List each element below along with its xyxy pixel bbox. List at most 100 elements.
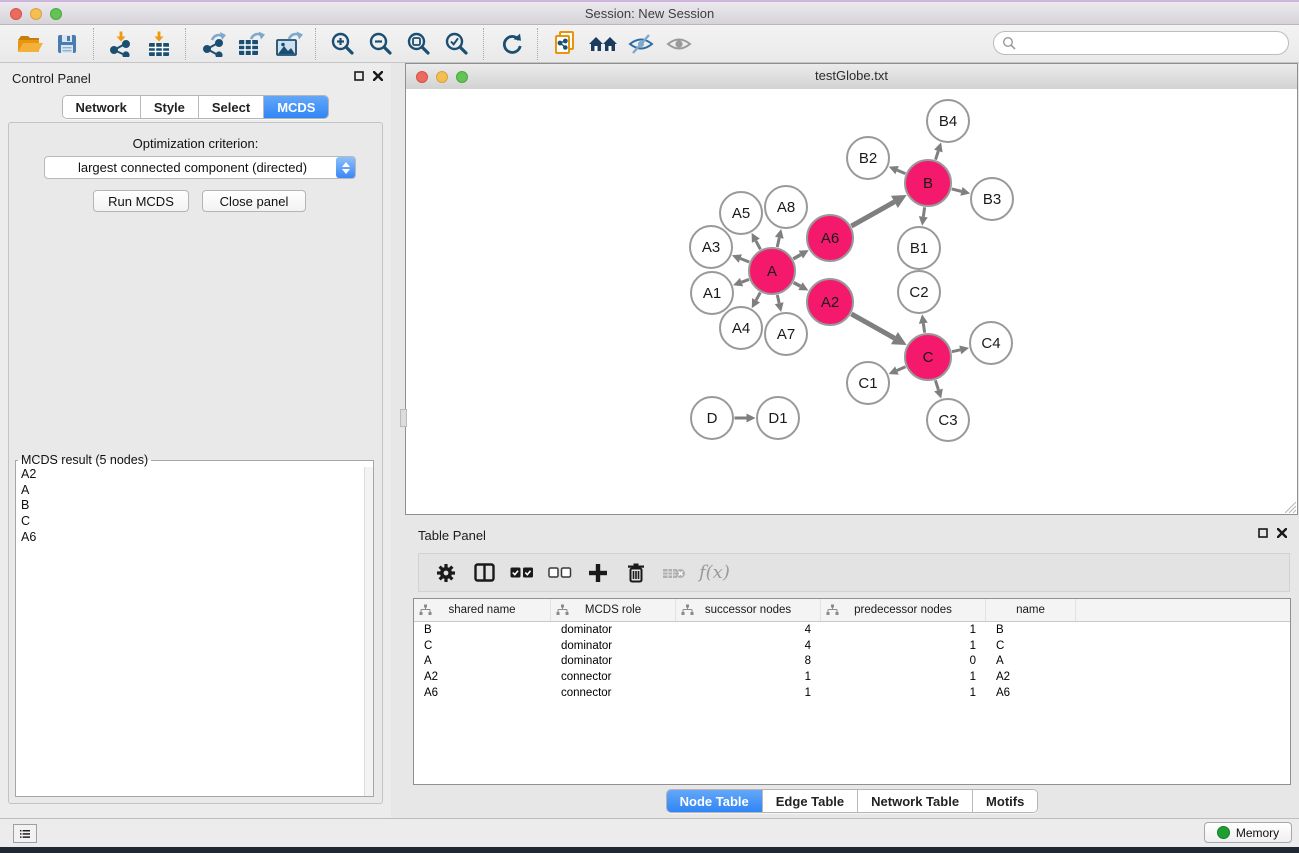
tab-style[interactable]: Style [140, 96, 198, 118]
graph-edge-C-C3[interactable] [935, 380, 938, 390]
memory-label: Memory [1236, 826, 1279, 840]
select-all-checkboxes-button[interactable] [505, 558, 539, 588]
network-window-titlebar[interactable]: testGlobe.txt [406, 64, 1297, 90]
cell: A [986, 655, 1076, 667]
graph-edge-A-A6[interactable] [793, 255, 801, 259]
save-session-button[interactable] [48, 28, 86, 60]
table-settings-button[interactable] [429, 558, 463, 588]
duplicate-network-button[interactable] [546, 28, 584, 60]
export-network-button[interactable] [194, 28, 232, 60]
tab-mcds[interactable]: MCDS [263, 96, 328, 118]
cell: 1 [821, 624, 986, 636]
cell: B [986, 624, 1076, 636]
cell: 8 [676, 655, 821, 667]
close-panel-button[interactable]: Close panel [202, 190, 306, 212]
tab-edge-table[interactable]: Edge Table [762, 790, 857, 812]
export-table-button[interactable] [232, 28, 270, 60]
export-image-button[interactable] [270, 28, 308, 60]
table-row-a[interactable]: Adominator80A [414, 653, 1290, 669]
add-column-button[interactable] [581, 558, 615, 588]
result-item-c[interactable]: C [16, 514, 373, 530]
graph-edge-A-A2[interactable] [794, 283, 801, 287]
graph-edge-A-A8[interactable] [777, 238, 779, 247]
run-mcds-button[interactable]: Run MCDS [93, 190, 189, 212]
column-header-MCDS-role[interactable]: MCDS role [551, 599, 676, 621]
column-header-name[interactable]: name [986, 599, 1076, 621]
task-history-button[interactable] [13, 824, 37, 843]
search-input[interactable] [1016, 35, 1288, 51]
deselect-all-checkboxes-button[interactable] [543, 558, 577, 588]
graph-edge-B-B2[interactable] [897, 170, 905, 173]
zoom-in-button[interactable] [324, 28, 362, 60]
table-row-a2[interactable]: A2connector11A2 [414, 669, 1290, 685]
tab-select[interactable]: Select [198, 96, 263, 118]
plus-icon [588, 563, 608, 583]
resize-grip-icon[interactable] [1285, 502, 1296, 513]
zoom-fit-button[interactable] [400, 28, 438, 60]
graph-edge-B-B3[interactable] [952, 189, 962, 191]
result-item-a[interactable]: A [16, 483, 373, 499]
graph-edge-A-A1[interactable] [742, 279, 749, 282]
graph-edge-C-C4[interactable] [952, 350, 960, 352]
graph-edge-A6-B[interactable] [851, 202, 894, 226]
delete-table-icon [662, 566, 686, 580]
tab-network[interactable]: Network [63, 96, 140, 118]
close-panel-icon[interactable] [373, 71, 383, 81]
graph-edge-A-A7[interactable] [777, 295, 779, 303]
table-row-a6[interactable]: A6connector11A6 [414, 685, 1290, 701]
graph-edge-arrowhead [960, 187, 970, 196]
table-row-c[interactable]: Cdominator41C [414, 638, 1290, 654]
zoom-out-button[interactable] [362, 28, 400, 60]
graph-edge-B-B1[interactable] [923, 207, 924, 217]
save-icon [55, 32, 79, 56]
graph-node-label-B4: B4 [939, 113, 957, 130]
graph-node-label-B: B [923, 175, 933, 192]
graph-edge-C-C1[interactable] [897, 367, 906, 371]
tab-motifs[interactable]: Motifs [972, 790, 1037, 812]
first-neighbors-button[interactable] [584, 28, 622, 60]
graph-edge-A2-C[interactable] [851, 314, 894, 338]
result-item-b[interactable]: B [16, 498, 373, 514]
result-item-a6[interactable]: A6 [16, 530, 373, 546]
result-item-a2[interactable]: A2 [16, 467, 373, 483]
mcds-result-list: A2ABCA6 [16, 467, 373, 546]
table-row-b[interactable]: Bdominator41B [414, 622, 1290, 638]
graph-edge-A-A4[interactable] [756, 293, 760, 301]
optimization-criterion-select[interactable]: largest connected component (directed) [44, 156, 356, 179]
column-header-shared-name[interactable]: shared name [414, 599, 551, 621]
open-session-button[interactable] [10, 28, 48, 60]
show-all-button[interactable] [660, 28, 698, 60]
graph-edge-C-C2[interactable] [923, 323, 924, 333]
panel-splitter-handle[interactable] [400, 409, 407, 427]
import-network-button[interactable] [102, 28, 140, 60]
cell: A6 [414, 687, 551, 699]
float-panel-icon[interactable] [354, 71, 364, 81]
function-builder-button[interactable]: f(x) [695, 562, 730, 583]
search-field[interactable] [993, 31, 1289, 55]
delete-column-button[interactable] [619, 558, 653, 588]
network-canvas-svg[interactable]: AA1A2A3A4A5A6A7A8BB1B2B3B4CC1C2C3C4DD1 [406, 89, 1297, 514]
close-panel-icon[interactable] [1277, 528, 1287, 538]
split-column-button[interactable] [467, 558, 501, 588]
column-header-successor-nodes[interactable]: successor nodes [676, 599, 821, 621]
result-scrollbar[interactable] [364, 467, 373, 796]
cell: 1 [676, 671, 821, 683]
hide-selected-button[interactable] [622, 28, 660, 60]
graph-edge-arrowhead [775, 302, 784, 312]
graph-node-label-D: D [707, 410, 718, 427]
graph-edge-A-A3[interactable] [740, 259, 749, 262]
import-table-button[interactable] [140, 28, 178, 60]
graph-edge-A-A5[interactable] [756, 241, 761, 250]
zoom-selected-button[interactable] [438, 28, 476, 60]
graph-edge-B-B4[interactable] [936, 151, 939, 160]
float-panel-icon[interactable] [1258, 528, 1268, 538]
column-header-predecessor-nodes[interactable]: predecessor nodes [821, 599, 986, 621]
memory-button[interactable]: Memory [1204, 822, 1292, 843]
tab-node-table[interactable]: Node Table [667, 790, 762, 812]
network-canvas[interactable]: AA1A2A3A4A5A6A7A8BB1B2B3B4CC1C2C3C4DD1 [406, 89, 1297, 514]
delete-table-button[interactable] [657, 558, 691, 588]
refresh-layout-button[interactable] [492, 28, 530, 60]
export-image-icon [275, 31, 303, 57]
node-table-body: Bdominator41BCdominator41CAdominator80AA… [414, 622, 1290, 700]
tab-network-table[interactable]: Network Table [857, 790, 972, 812]
